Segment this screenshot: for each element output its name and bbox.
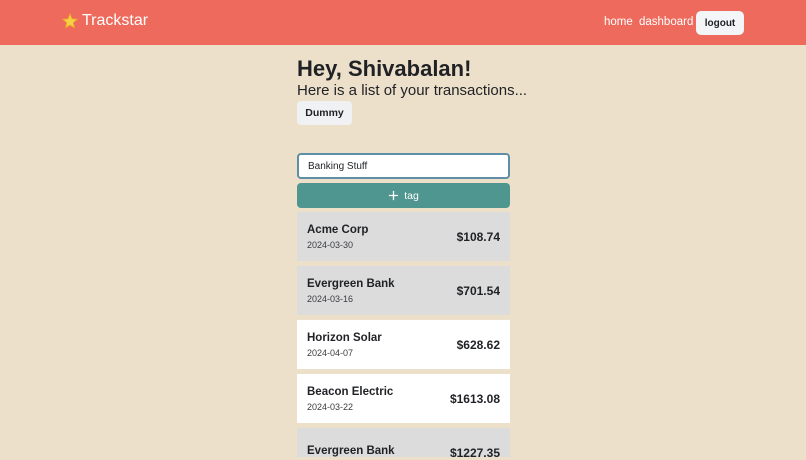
transaction-date: 2024-03-16 [307, 293, 354, 304]
transaction-info: Evergreen Bank [307, 445, 395, 458]
transaction-list: Acme Corp 2024-03-30 $108.74 Evergreen B… [297, 212, 510, 457]
transaction-item[interactable]: Beacon Electric 2024-03-22 $1613.08 [297, 374, 510, 423]
page-title: Hey, Shivabalan! [297, 56, 472, 81]
transaction-name: Evergreen Bank [307, 277, 395, 290]
transaction-date: 2024-04-07 [307, 347, 354, 358]
transaction-amount: $628.62 [456, 337, 500, 352]
transaction-name: Beacon Electric [307, 385, 394, 398]
transaction-amount: $108.74 [456, 229, 500, 244]
transaction-info: Evergreen Bank 2024-03-16 [307, 278, 395, 304]
transaction-info: Acme Corp 2024-03-30 [307, 224, 368, 250]
transaction-item[interactable]: Evergreen Bank 2024-03-16 $701.54 [297, 266, 510, 315]
transaction-name: Evergreen Bank [307, 444, 395, 457]
transaction-name: Acme Corp [307, 223, 369, 236]
add-tag-button[interactable]: tag [297, 183, 510, 208]
plus-icon [389, 190, 399, 201]
nav-home-link[interactable]: home [604, 16, 633, 28]
star-icon [62, 13, 78, 29]
page-subtitle: Here is a list of your transactions... [297, 82, 528, 99]
dummy-button[interactable]: Dummy [297, 101, 352, 125]
transaction-item[interactable]: Horizon Solar 2024-04-07 $628.62 [297, 320, 510, 369]
transaction-date: 2024-03-22 [307, 401, 354, 412]
logout-button[interactable]: logout [696, 11, 744, 35]
transaction-name: Horizon Solar [307, 331, 382, 344]
transaction-date: 2024-03-30 [307, 239, 354, 250]
brand-name: Trackstar [82, 12, 149, 29]
add-tag-label: tag [404, 189, 419, 202]
transaction-amount: $701.54 [456, 283, 500, 298]
transaction-item[interactable]: Evergreen Bank $1227.35 [297, 428, 510, 457]
transaction-info: Horizon Solar 2024-04-07 [307, 332, 382, 358]
tag-input[interactable] [297, 153, 510, 179]
transaction-amount: $1613.08 [449, 391, 500, 406]
transaction-amount: $1227.35 [449, 445, 500, 458]
navbar: Trackstar home dashboard logout [0, 0, 806, 45]
transaction-item[interactable]: Acme Corp 2024-03-30 $108.74 [297, 212, 510, 261]
brand-link[interactable]: Trackstar [62, 12, 148, 30]
transaction-info: Beacon Electric 2024-03-22 [307, 386, 393, 412]
nav-dashboard-link[interactable]: dashboard [639, 16, 693, 28]
